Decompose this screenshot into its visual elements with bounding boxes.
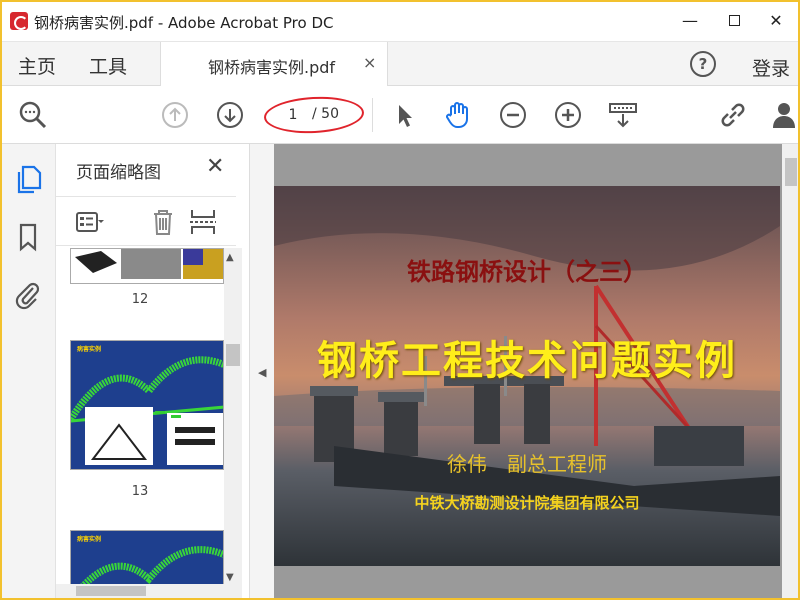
window-title: 钢桥病害实例.pdf - Adobe Acrobat Pro DC xyxy=(34,14,334,32)
page-13-preview xyxy=(71,356,223,465)
left-rail xyxy=(0,144,56,600)
scroll-down-icon[interactable]: ▼ xyxy=(226,572,234,583)
delete-page-icon[interactable] xyxy=(148,207,178,237)
thumbnail-page-14[interactable]: 病害实例 xyxy=(70,530,224,588)
toolbar-divider xyxy=(372,98,373,132)
thumbnail-options-icon[interactable] xyxy=(74,207,104,237)
toolbar: / 50 xyxy=(0,86,800,144)
slide-author: 徐伟 副总工程师 xyxy=(447,452,607,476)
thumbnails-panel: 页面缩略图 ✕ 12 病害实例 13 病害实例 ▲ ▼ xyxy=(56,144,250,600)
thumbnail-heading-2: 病害实例 xyxy=(77,536,102,543)
thumbnail-label-13: 13 xyxy=(131,484,149,499)
page-thumbnails-icon[interactable] xyxy=(14,164,42,194)
close-panel-button[interactable]: ✕ xyxy=(206,154,224,179)
attachments-icon[interactable] xyxy=(14,280,42,310)
thumbnail-heading: 病害实例 xyxy=(77,346,102,353)
pdf-page-1: 铁路钢桥设计（之三） 钢桥工程技术问题实例 徐伟 副总工程师 中铁大桥勘测设计院… xyxy=(274,186,780,566)
tab-tools[interactable]: 工具 xyxy=(89,52,127,79)
scroll-mode-icon[interactable] xyxy=(608,100,638,130)
extract-page-icon[interactable] xyxy=(188,207,218,237)
hscrollbar-thumb[interactable] xyxy=(76,586,146,596)
close-tab-button[interactable]: × xyxy=(363,53,376,72)
scrollbar-thumb[interactable] xyxy=(226,344,240,366)
thumbnail-page-12[interactable] xyxy=(70,248,224,284)
thumbnail-hscrollbar[interactable] xyxy=(56,584,242,598)
slide-subtitle: 铁路钢桥设计（之三） xyxy=(407,257,647,286)
next-page-icon[interactable] xyxy=(215,100,245,130)
slide-title: 钢桥工程技术问题实例 xyxy=(317,337,737,384)
tab-bar: 主页 工具 钢桥病害实例.pdf × ? 登录 xyxy=(0,42,800,86)
help-icon[interactable]: ? xyxy=(690,51,716,77)
panel-collapse-handle[interactable]: ◀ xyxy=(250,144,274,600)
hand-tool-icon[interactable] xyxy=(443,100,473,130)
share-people-icon[interactable] xyxy=(772,100,800,130)
search-zoom-icon[interactable] xyxy=(18,100,48,130)
thumbnail-page-13[interactable]: 病害实例 xyxy=(70,340,224,470)
scroll-up-icon[interactable]: ▲ xyxy=(226,252,234,263)
thumbnail-list: 12 病害实例 13 病害实例 xyxy=(56,248,224,588)
login-button[interactable]: 登录 xyxy=(752,54,790,81)
tab-home[interactable]: 主页 xyxy=(18,52,56,79)
thumbnails-panel-title: 页面缩略图 xyxy=(76,163,161,183)
page-navigator: / 50 xyxy=(263,94,365,136)
page-12-preview xyxy=(71,249,223,283)
collapse-arrow-icon[interactable]: ◀ xyxy=(258,366,266,379)
close-window-button[interactable]: ✕ xyxy=(758,6,794,36)
maximize-icon xyxy=(728,15,740,26)
thumbnail-label-12: 12 xyxy=(131,292,149,307)
document-scrollbar-thumb[interactable] xyxy=(785,158,797,186)
select-cursor-icon[interactable] xyxy=(390,100,420,130)
page-number-input[interactable] xyxy=(278,104,308,126)
maximize-button[interactable] xyxy=(716,6,752,36)
minimize-button[interactable]: — xyxy=(672,6,708,36)
page-total: / 50 xyxy=(312,106,339,122)
slide-organization: 中铁大桥勘测设计院集团有限公司 xyxy=(414,494,640,512)
document-scrollbar[interactable] xyxy=(782,144,800,600)
title-bar: 钢桥病害实例.pdf - Adobe Acrobat Pro DC — ✕ xyxy=(0,0,800,42)
share-link-icon[interactable] xyxy=(718,100,748,130)
zoom-out-icon[interactable] xyxy=(498,100,528,130)
tab-document[interactable]: 钢桥病害实例.pdf × xyxy=(160,42,388,86)
previous-page-icon[interactable] xyxy=(160,100,190,130)
document-view[interactable]: 铁路钢桥设计（之三） 钢桥工程技术问题实例 徐伟 副总工程师 中铁大桥勘测设计院… xyxy=(274,144,800,600)
thumbnail-scrollbar[interactable]: ▲ ▼ xyxy=(224,248,242,588)
acrobat-app-icon xyxy=(10,12,28,30)
bookmarks-icon[interactable] xyxy=(14,222,42,252)
document-tab-label: 钢桥病害实例.pdf xyxy=(208,58,336,77)
zoom-in-icon[interactable] xyxy=(553,100,583,130)
thumbnails-toolbar xyxy=(56,196,236,246)
